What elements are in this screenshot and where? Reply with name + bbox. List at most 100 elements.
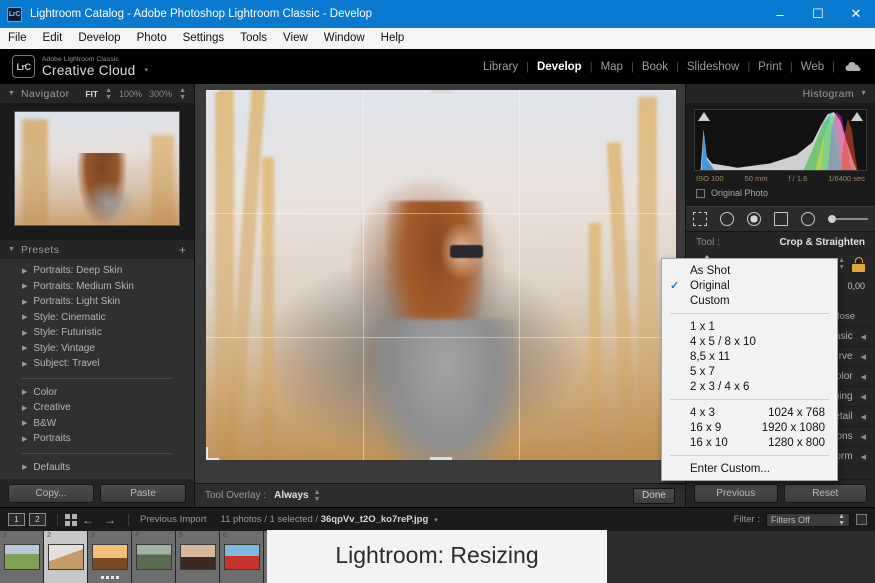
menu-file[interactable]: File bbox=[0, 28, 35, 49]
menu-window[interactable]: Window bbox=[316, 28, 373, 49]
aspect-ratio-dropdown-menu[interactable]: As Shot ✓ Original Custom 1 x 1 4 x 5 / … bbox=[661, 258, 838, 481]
menu-item-4x5[interactable]: 4 x 5 / 8 x 10 bbox=[662, 334, 837, 349]
section-arrow-icon[interactable]: ◀ bbox=[861, 373, 866, 381]
done-button[interactable]: Done bbox=[633, 488, 675, 504]
filter-box-icon[interactable] bbox=[856, 514, 867, 525]
crop-handle-top-right[interactable] bbox=[663, 90, 676, 103]
collapse-triangle-icon[interactable]: ▼ bbox=[8, 246, 15, 253]
reset-button[interactable]: Reset bbox=[784, 484, 868, 503]
radial-filter-icon[interactable] bbox=[801, 212, 815, 226]
zoom-fit[interactable]: FIT bbox=[85, 89, 98, 99]
chevron-down-icon[interactable]: ▾ bbox=[434, 516, 438, 524]
menu-tools[interactable]: Tools bbox=[232, 28, 275, 49]
filmstrip-thumbnail[interactable]: 1 bbox=[0, 531, 44, 583]
preset-group[interactable]: ▶Portraits: Light Skin bbox=[0, 294, 194, 310]
histogram-graph[interactable] bbox=[694, 109, 867, 171]
filmstrip-thumbnail[interactable]: 5 bbox=[176, 531, 220, 583]
monitor-2-button[interactable]: 2 bbox=[29, 513, 46, 526]
zoom-300[interactable]: 300% bbox=[149, 89, 172, 99]
navigator-header[interactable]: ▼ Navigator FIT ▲▼ 100% 300% ▲▼ bbox=[0, 84, 194, 103]
menu-item-original[interactable]: ✓ Original bbox=[662, 278, 837, 293]
menu-view[interactable]: View bbox=[275, 28, 316, 49]
crop-handle-bottom-left[interactable] bbox=[206, 447, 219, 460]
module-slideshow[interactable]: Slideshow bbox=[679, 61, 747, 73]
section-arrow-icon[interactable]: ◀ bbox=[861, 433, 866, 441]
maximize-button[interactable]: ☐ bbox=[799, 0, 837, 28]
adjustment-brush-icon[interactable] bbox=[828, 212, 868, 226]
crop-overlay[interactable] bbox=[206, 90, 676, 460]
fit-stepper-icon[interactable]: ▲▼ bbox=[105, 87, 112, 101]
highlight-clipping-icon[interactable] bbox=[851, 112, 863, 121]
preset-group[interactable]: ▶Color bbox=[0, 385, 194, 401]
preset-group[interactable]: ▶B&W bbox=[0, 416, 194, 432]
menu-edit[interactable]: Edit bbox=[35, 28, 71, 49]
menu-item-16x10[interactable]: 16 x 10 1280 x 800 bbox=[662, 435, 837, 450]
preset-group[interactable]: ▶Subject: Travel bbox=[0, 356, 194, 372]
tool-overlay-stepper-icon[interactable]: ▲▼ bbox=[314, 489, 321, 503]
photo-image[interactable] bbox=[206, 90, 676, 460]
menu-item-as-shot[interactable]: As Shot bbox=[662, 263, 837, 278]
graduated-filter-icon[interactable] bbox=[774, 212, 788, 226]
module-develop[interactable]: Develop bbox=[529, 61, 590, 73]
crop-handle-bottom[interactable] bbox=[430, 457, 452, 460]
identity-plate[interactable]: LrC Adobe Lightroom Classic Creative Clo… bbox=[12, 55, 148, 78]
crop-handle-top-left[interactable] bbox=[206, 90, 219, 103]
preset-group[interactable]: ▶Style: Cinematic bbox=[0, 310, 194, 326]
filmstrip-thumbnail[interactable]: 3 bbox=[88, 531, 132, 583]
section-arrow-icon[interactable]: ◀ bbox=[861, 353, 866, 361]
section-arrow-icon[interactable]: ◀ bbox=[861, 393, 866, 401]
shadow-clipping-icon[interactable] bbox=[698, 112, 710, 121]
minimize-button[interactable]: – bbox=[761, 0, 799, 28]
monitor-1-button[interactable]: 1 bbox=[8, 513, 25, 526]
stepper-icon[interactable]: ▲▼ bbox=[838, 513, 845, 527]
tool-overlay-value[interactable]: Always bbox=[274, 490, 308, 501]
preset-group[interactable]: ▶Portraits: Medium Skin bbox=[0, 279, 194, 295]
filmstrip-thumbnail[interactable]: 6 bbox=[220, 531, 264, 583]
module-library[interactable]: Library bbox=[475, 61, 526, 73]
module-print[interactable]: Print bbox=[750, 61, 790, 73]
spot-removal-icon[interactable] bbox=[720, 212, 734, 226]
lock-icon[interactable] bbox=[852, 257, 865, 272]
navigate-back-icon[interactable]: ← bbox=[82, 513, 94, 527]
preset-group[interactable]: ▶Defaults bbox=[0, 460, 194, 476]
menu-settings[interactable]: Settings bbox=[175, 28, 233, 49]
grid-view-icon[interactable] bbox=[65, 514, 77, 526]
histogram-header[interactable]: Histogram ▼ bbox=[686, 84, 875, 103]
section-arrow-icon[interactable]: ◀ bbox=[861, 333, 866, 341]
original-photo-toggle[interactable]: Original Photo bbox=[694, 183, 867, 202]
menu-item-5x7[interactable]: 5 x 7 bbox=[662, 364, 837, 379]
menu-item-2x3[interactable]: 2 x 3 / 4 x 6 bbox=[662, 379, 837, 394]
preset-group[interactable]: ▶Style: Vintage bbox=[0, 341, 194, 357]
preset-group[interactable]: ▶Portraits bbox=[0, 431, 194, 447]
menu-photo[interactable]: Photo bbox=[129, 28, 175, 49]
copy-button[interactable]: Copy... bbox=[8, 484, 94, 503]
module-book[interactable]: Book bbox=[634, 61, 676, 73]
menu-item-16x9[interactable]: 16 x 9 1920 x 1080 bbox=[662, 420, 837, 435]
zoom-stepper-icon[interactable]: ▲▼ bbox=[179, 87, 186, 101]
navigate-forward-icon[interactable]: → bbox=[104, 513, 116, 527]
add-preset-icon[interactable]: + bbox=[179, 243, 186, 257]
module-web[interactable]: Web bbox=[793, 61, 832, 73]
zoom-100[interactable]: 100% bbox=[119, 89, 142, 99]
preset-group[interactable]: ▶Style: Futuristic bbox=[0, 325, 194, 341]
module-map[interactable]: Map bbox=[593, 61, 631, 73]
menu-item-custom[interactable]: Custom bbox=[662, 293, 837, 308]
menu-develop[interactable]: Develop bbox=[70, 28, 128, 49]
filter-dropdown[interactable]: Filters Off ▲▼ bbox=[766, 513, 850, 527]
crop-handle-top[interactable] bbox=[430, 90, 452, 93]
preset-group[interactable]: ▶Creative bbox=[0, 400, 194, 416]
collapse-triangle-icon[interactable]: ▼ bbox=[8, 90, 15, 97]
red-eye-icon[interactable] bbox=[747, 212, 761, 226]
angle-value[interactable]: 0,00 bbox=[847, 281, 865, 291]
crop-tool-icon[interactable] bbox=[693, 212, 707, 226]
chevron-down-icon[interactable]: ▾ bbox=[145, 66, 149, 74]
filmstrip-thumbnail[interactable]: 4 bbox=[132, 531, 176, 583]
menu-item-enter-custom[interactable]: Enter Custom... bbox=[662, 461, 837, 476]
menu-item-85x11[interactable]: 8,5 x 11 bbox=[662, 349, 837, 364]
section-arrow-icon[interactable]: ◀ bbox=[861, 413, 866, 421]
source-label[interactable]: Previous Import bbox=[140, 514, 207, 525]
close-button[interactable]: ✕ bbox=[837, 0, 875, 28]
menu-help[interactable]: Help bbox=[373, 28, 413, 49]
paste-button[interactable]: Paste bbox=[100, 484, 186, 503]
section-arrow-icon[interactable]: ◀ bbox=[861, 453, 866, 461]
